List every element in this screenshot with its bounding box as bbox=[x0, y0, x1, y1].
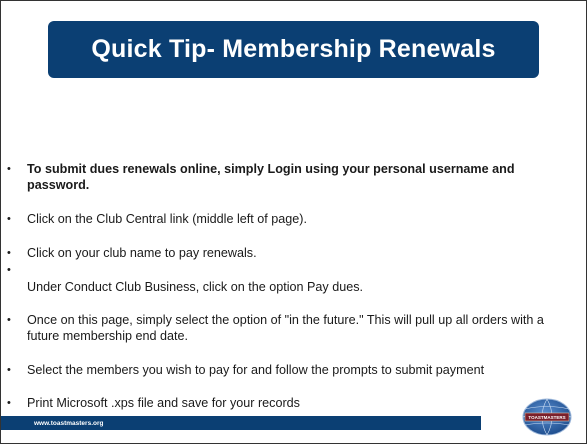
bullet-text: Under Conduct Club Business, click on th… bbox=[27, 280, 364, 294]
slide-title: Quick Tip- Membership Renewals bbox=[91, 35, 496, 63]
bullet-text: Select the members you wish to pay for a… bbox=[27, 363, 485, 377]
bullet-marker: • bbox=[7, 364, 11, 376]
bullet-text: Click on your club name to pay renewals. bbox=[27, 246, 257, 260]
bullet-text: Once on this page, simply select the opt… bbox=[27, 313, 544, 343]
footer-url: www.toastmasters.org bbox=[34, 419, 104, 427]
bullet-marker: • bbox=[7, 213, 11, 225]
bullet-marker: • bbox=[7, 314, 11, 326]
bullet-marker: • bbox=[7, 247, 11, 259]
bullet-text: Print Microsoft .xps file and save for y… bbox=[27, 396, 300, 410]
bullet-text: Click on the Club Central link (middle l… bbox=[27, 212, 307, 226]
logo-text: TOASTMASTERS bbox=[528, 415, 565, 420]
bullet-marker: • bbox=[7, 163, 11, 175]
footer-bar: www.toastmasters.org bbox=[1, 416, 481, 430]
bullet-marker: • bbox=[7, 397, 11, 409]
bullet-text: To submit dues renewals online, simply L… bbox=[27, 162, 515, 192]
slide: Quick Tip- Membership Renewals • To subm… bbox=[0, 0, 587, 444]
title-banner: Quick Tip- Membership Renewals bbox=[48, 21, 539, 78]
toastmasters-globe-logo-icon: TOASTMASTERS bbox=[522, 398, 572, 436]
bullet-marker: • bbox=[7, 264, 11, 276]
